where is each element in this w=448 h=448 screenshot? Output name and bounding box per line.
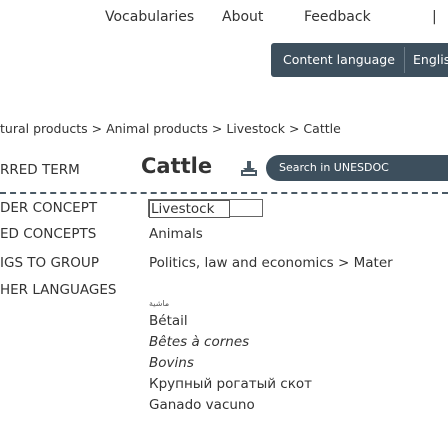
- section-divider: [0, 192, 448, 194]
- broader-concept-label: DER CONCEPT: [0, 200, 98, 216]
- nav-link-vocabularies[interactable]: Vocabularies: [105, 9, 194, 25]
- group-link[interactable]: Politics, law and economics > Mater: [149, 255, 393, 271]
- broader-concept-row: DER CONCEPT Livestock: [0, 197, 448, 219]
- other-languages-label: HER LANGUAGES: [0, 282, 117, 298]
- nav-link-feedback[interactable]: Feedback: [304, 9, 371, 25]
- download-icon[interactable]: [240, 160, 258, 178]
- search-unesdoc-button[interactable]: Search in UNESDOC: [266, 155, 448, 181]
- group-label: IGS TO GROUP: [0, 255, 99, 271]
- language-term-arabic: ماشية: [149, 299, 170, 308]
- nav-separator: |: [432, 9, 437, 25]
- search-unesdoc-label: Search in UNESDOC: [279, 161, 389, 174]
- related-concept-link[interactable]: Animals: [149, 226, 203, 242]
- breadcrumb: tural products > Animal products > Lives…: [0, 121, 341, 136]
- term-header: RRED TERM Cattle Search in UNESDOC: [0, 152, 448, 190]
- language-bar: Content language English ▾: [0, 38, 448, 83]
- content-language-label: Content language: [283, 52, 395, 67]
- other-languages-list: ماشية Bétail Bêtes à cornes Bovins Крупн…: [149, 297, 312, 416]
- language-dropdown-button[interactable]: English ▾: [404, 47, 448, 73]
- related-concepts-row: ED CONCEPTS Animals: [0, 223, 448, 245]
- related-concepts-label: ED CONCEPTS: [0, 226, 97, 242]
- top-navigation: Vocabularies About Feedback |: [0, 0, 448, 38]
- broader-concept-link[interactable]: Livestock: [149, 200, 230, 218]
- language-term-french-alt-1: Bêtes à cornes: [149, 334, 250, 350]
- group-row: IGS TO GROUP Politics, law and economics…: [0, 252, 448, 274]
- broader-concept-link-box[interactable]: Livestock: [148, 199, 263, 218]
- language-term-french: Bétail: [149, 313, 188, 329]
- content-language-selector[interactable]: Content language English ▾: [271, 43, 448, 77]
- page-title: Cattle: [141, 154, 213, 178]
- language-term-spanish: Ganado vacuno: [149, 397, 255, 413]
- nav-link-about[interactable]: About: [222, 9, 263, 25]
- language-term-russian: Крупный рогатый скот: [149, 376, 313, 392]
- preferred-term-label: RRED TERM: [0, 162, 80, 178]
- selected-language: English: [413, 52, 448, 67]
- language-term-french-alt-2: Bovins: [149, 355, 194, 371]
